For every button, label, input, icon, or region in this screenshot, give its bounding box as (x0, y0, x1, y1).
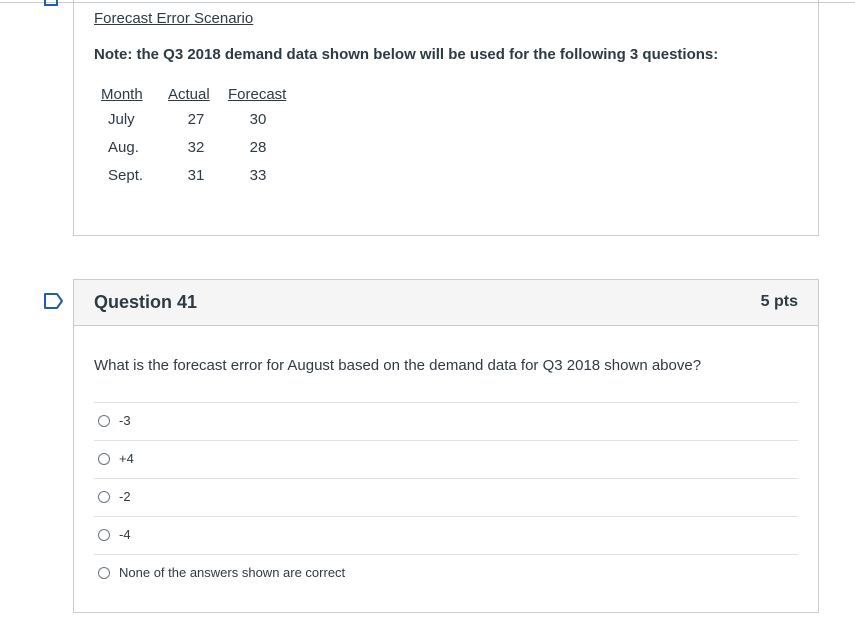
scenario-note: Note: the Q3 2018 demand data shown belo… (94, 46, 719, 63)
cell-forecast: 30 (249, 110, 267, 128)
question-points: 5 pts (760, 293, 798, 310)
answer-option[interactable]: None of the answers shown are correct (94, 554, 798, 592)
radio-button[interactable] (98, 491, 110, 503)
header-month: Month (101, 85, 143, 103)
radio-button[interactable] (98, 529, 110, 541)
cell-forecast: 33 (249, 166, 267, 184)
cell-month: July (108, 110, 135, 128)
answer-label[interactable]: None of the answers shown are correct (119, 565, 345, 580)
cell-month: Sept. (108, 166, 144, 184)
answer-option[interactable]: -3 (94, 402, 798, 440)
answer-option[interactable]: -2 (94, 478, 798, 516)
header-forecast: Forecast (228, 85, 287, 103)
answer-label[interactable]: -2 (119, 489, 131, 504)
scenario-title: Forecast Error Scenario (94, 10, 254, 27)
flag-icon[interactable] (44, 0, 58, 6)
cell-actual: 32 (187, 138, 205, 156)
table-row: Sept. 31 33 (99, 161, 290, 189)
question-header: Question 41 5 pts (74, 280, 818, 326)
answer-option[interactable]: -4 (94, 516, 798, 554)
cell-month: Aug. (108, 138, 139, 156)
question-text: What is the forecast error for August ba… (94, 357, 702, 374)
answer-option[interactable]: +4 (94, 440, 798, 478)
answer-label[interactable]: -3 (119, 413, 131, 428)
answer-label[interactable]: +4 (119, 451, 134, 466)
table-header-row: Month Actual Forecast (99, 83, 290, 105)
cell-actual: 27 (187, 110, 205, 128)
radio-button[interactable] (98, 453, 110, 465)
radio-button[interactable] (98, 567, 110, 579)
table-row: July 27 30 (99, 105, 290, 133)
table-row: Aug. 32 28 (99, 133, 290, 161)
header-actual: Actual (168, 85, 210, 103)
answer-label[interactable]: -4 (119, 527, 131, 542)
cell-forecast: 28 (249, 138, 267, 156)
demand-table: Month Actual Forecast July 27 30 Aug. 32… (99, 83, 290, 189)
question-title: Question 41 (94, 292, 198, 312)
bookmark-flag-icon[interactable] (44, 293, 64, 309)
radio-button[interactable] (98, 415, 110, 427)
cell-actual: 31 (187, 166, 205, 184)
